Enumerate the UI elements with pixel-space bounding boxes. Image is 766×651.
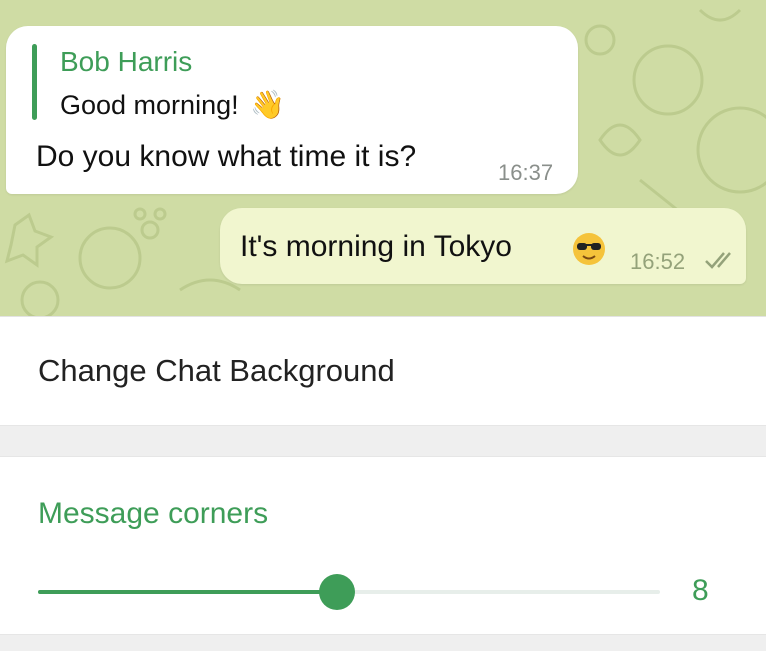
reply-quote-message: Good morning! — [60, 90, 239, 120]
waving-hand-emoji: 👋 — [250, 89, 285, 120]
incoming-message-time: 16:37 — [498, 160, 554, 185]
outgoing-message-time: 16:52 — [630, 249, 686, 274]
incoming-message-text: Do you know what time it is? — [36, 140, 417, 173]
slider-fill — [38, 590, 337, 594]
change-chat-background-label[interactable]: Change Chat Background — [38, 353, 395, 389]
message-corners-slider[interactable] — [38, 574, 660, 610]
reply-quote-text: Good morning! 👋 — [60, 88, 285, 121]
message-corners-value: 8 — [692, 574, 709, 607]
bottom-separator — [0, 634, 766, 651]
section-separator — [0, 425, 766, 457]
slider-thumb[interactable] — [319, 574, 355, 610]
reply-quote-bar — [32, 44, 37, 120]
outgoing-message-text: It's morning in Tokyo — [240, 230, 512, 263]
chat-preview: Bob Harris Good morning! 👋 Do you know w… — [0, 0, 766, 316]
sunglasses-face-icon — [573, 233, 605, 265]
double-check-icon — [705, 252, 731, 269]
message-corners-title: Message corners — [38, 497, 269, 530]
reply-sender-name: Bob Harris — [60, 46, 193, 77]
